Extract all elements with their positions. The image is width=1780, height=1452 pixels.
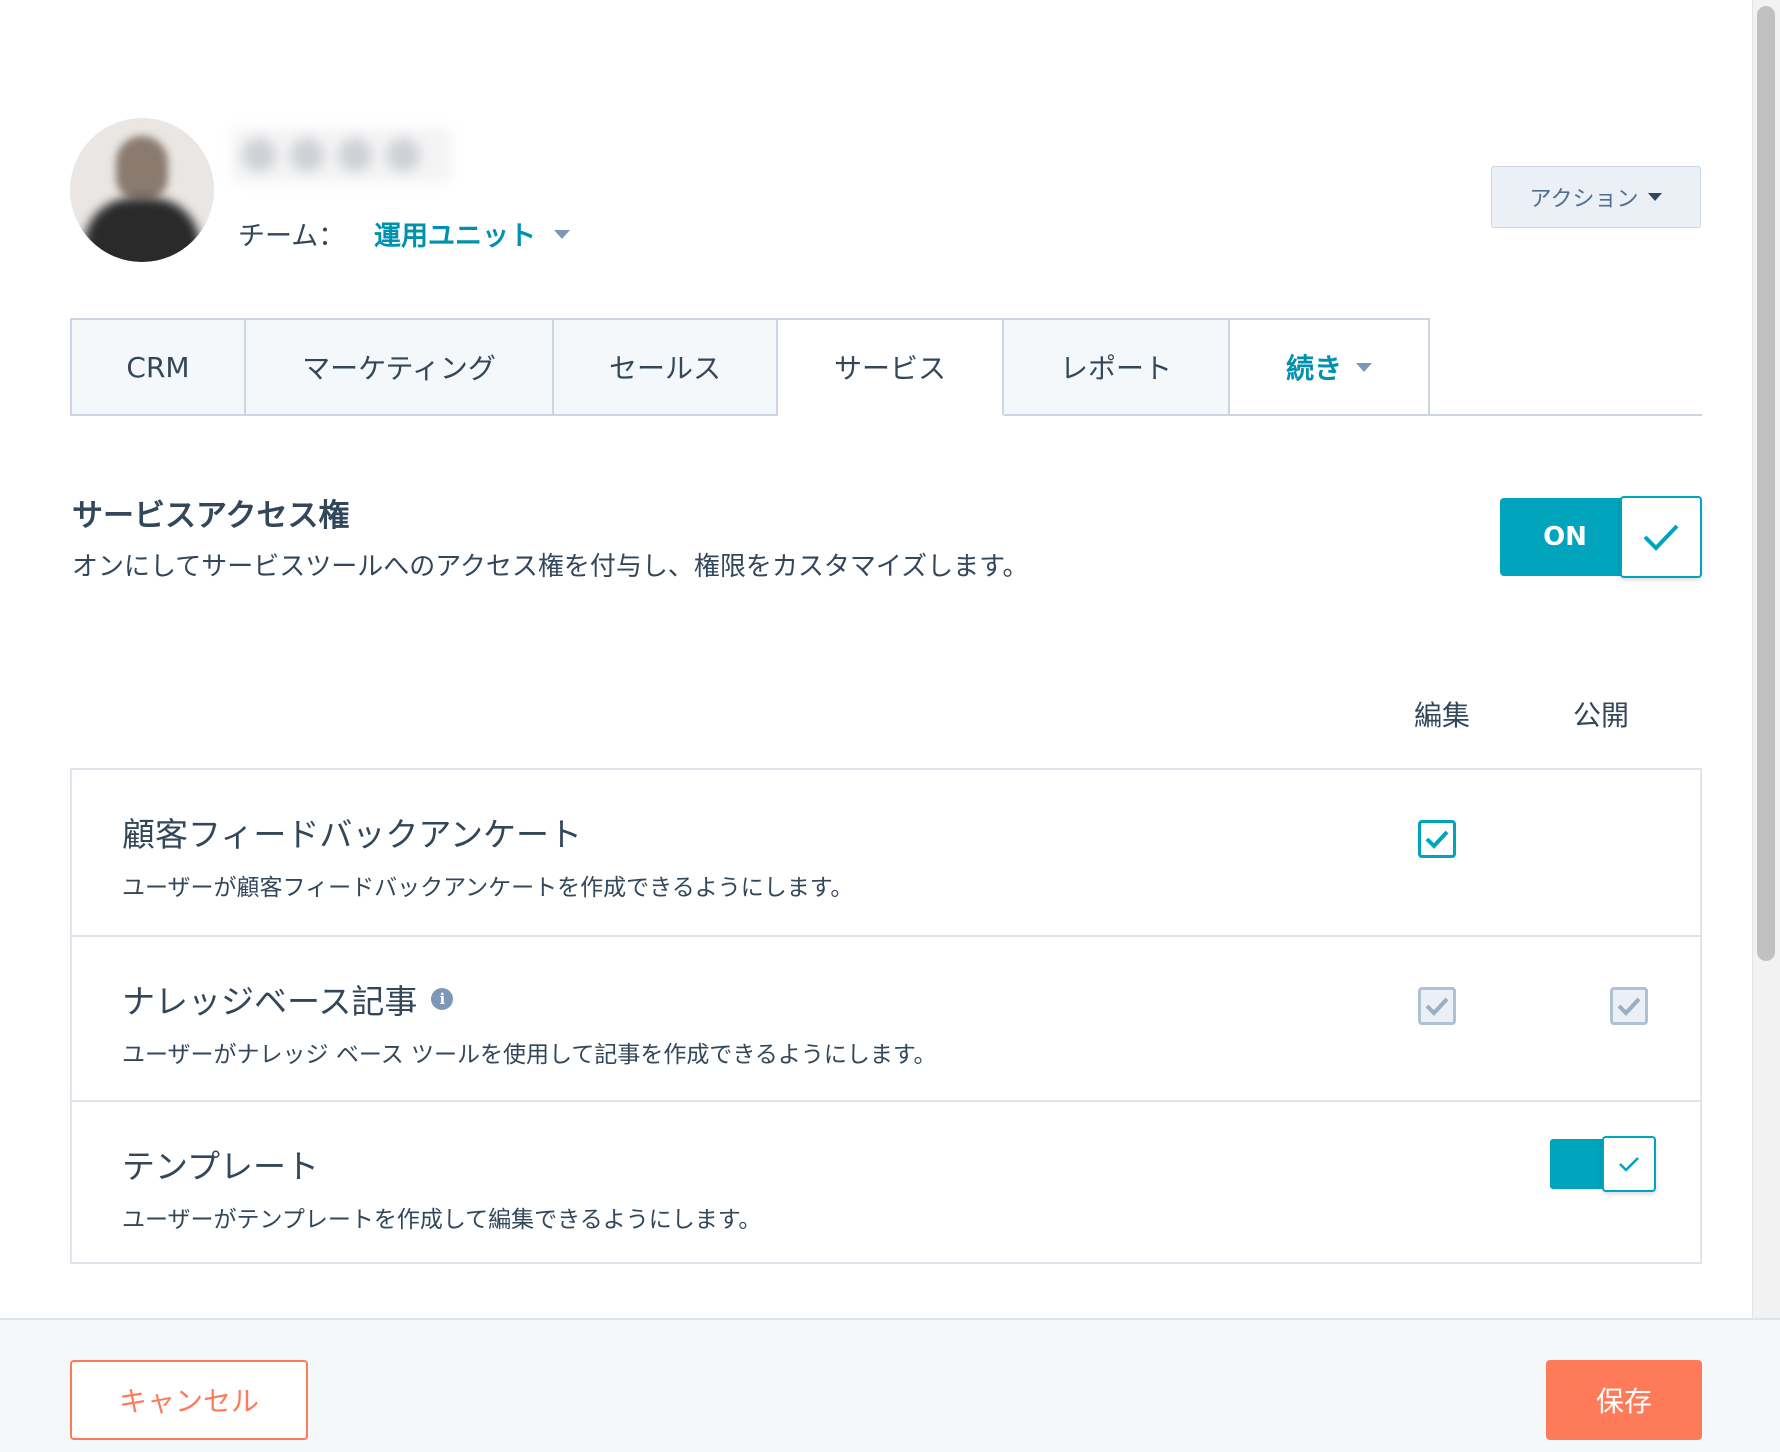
permission-title: テンプレート (122, 1147, 320, 1186)
actions-button-label: アクション (1529, 187, 1639, 212)
column-header-publish: 公開 (1573, 699, 1630, 732)
permission-title: ナレッジベース記事 i (122, 975, 454, 1023)
caret-down-icon (1648, 193, 1663, 201)
tab-more[interactable]: 続き (1230, 318, 1430, 416)
tab-sales[interactable]: セールス (554, 318, 778, 416)
scrollbar-thumb[interactable] (1757, 6, 1775, 961)
team-dropdown[interactable]: 運用ユニット (374, 214, 536, 253)
permission-description: ユーザーがナレッジ ベース ツールを使用して記事を作成できるようにします。 (122, 1042, 937, 1068)
permission-row: ナレッジベース記事 i ユーザーがナレッジ ベース ツールを使用して記事を作成で… (72, 935, 1700, 1102)
user-name-blurred (232, 128, 452, 182)
section-description: オンにしてサービスツールへのアクセス権を付与し、権限をカスタマイズします。 (72, 552, 1029, 582)
permission-description: ユーザーが顧客フィードバックアンケートを作成できるようにします。 (122, 875, 854, 901)
permission-row: 顧客フィードバックアンケート ユーザーが顧客フィードバックアンケートを作成できる… (72, 770, 1700, 935)
column-header-edit: 編集 (1414, 699, 1471, 732)
publish-checkbox (1610, 987, 1648, 1025)
caret-down-icon (1356, 362, 1372, 372)
tab-crm[interactable]: CRM (70, 318, 246, 416)
save-button[interactable]: 保存 (1546, 1360, 1702, 1440)
permission-row: テンプレート ユーザーがテンプレートを作成して編集できるようにします。 (72, 1100, 1700, 1264)
caret-down-icon[interactable] (554, 230, 570, 239)
checkmark-icon (1620, 496, 1702, 578)
edit-checkbox (1418, 987, 1456, 1025)
checkmark-icon (1602, 1136, 1656, 1192)
cancel-button[interactable]: キャンセル (70, 1360, 308, 1440)
info-icon[interactable]: i (431, 988, 454, 1010)
tab-marketing[interactable]: マーケティング (246, 318, 554, 416)
tab-reports[interactable]: レポート (1004, 318, 1230, 416)
team-label: チーム： (238, 221, 346, 252)
service-access-toggle[interactable]: ON (1500, 496, 1702, 578)
permission-title: 顧客フィードバックアンケート (122, 815, 583, 854)
templates-toggle[interactable] (1550, 1136, 1656, 1192)
actions-button[interactable]: アクション (1491, 166, 1701, 228)
permissions-table: 顧客フィードバックアンケート ユーザーが顧客フィードバックアンケートを作成できる… (70, 768, 1702, 1264)
permission-description: ユーザーがテンプレートを作成して編集できるようにします。 (122, 1207, 762, 1233)
toggle-on-label: ON (1500, 498, 1630, 576)
user-avatar (70, 118, 214, 262)
edit-checkbox[interactable] (1418, 820, 1456, 858)
tab-service[interactable]: サービス (778, 318, 1004, 416)
section-title: サービスアクセス権 (72, 498, 350, 534)
tab-bar: CRM マーケティング セールス サービス レポート 続き (70, 318, 1430, 416)
